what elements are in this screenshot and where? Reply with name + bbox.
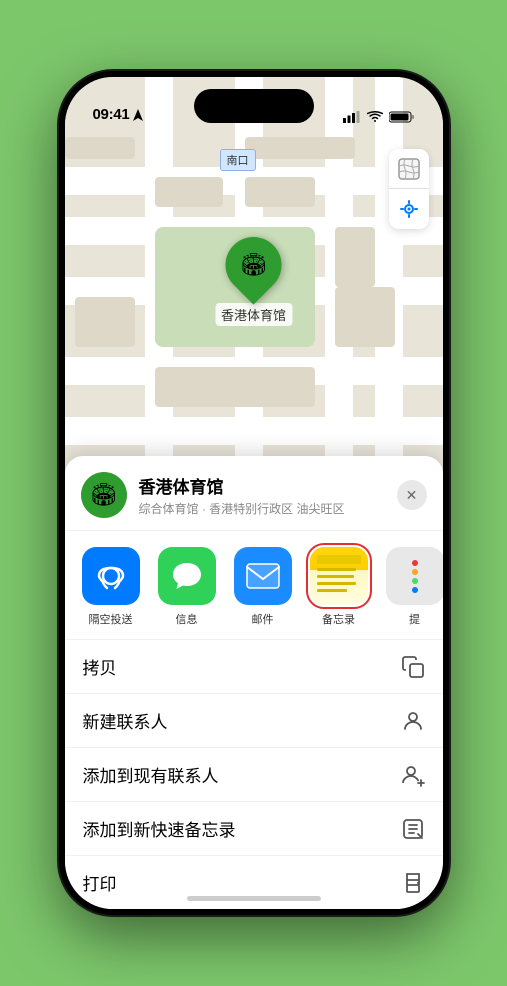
airdrop-icon-wrap — [82, 547, 140, 605]
messages-icon-wrap — [158, 547, 216, 605]
copy-icon — [401, 655, 425, 679]
map-controls — [389, 149, 429, 229]
messages-icon — [171, 561, 203, 591]
location-sub: 综合体育馆 · 香港特别行政区 油尖旺区 — [139, 500, 385, 517]
more-icon-wrap — [386, 547, 443, 605]
notes-icon-wrap — [310, 547, 368, 605]
add-contact-label: 添加到现有联系人 — [83, 762, 219, 787]
map-type-button[interactable] — [389, 149, 429, 189]
share-airdrop[interactable]: 隔空投送 — [77, 547, 145, 627]
menu-print[interactable]: 打印 — [65, 856, 443, 909]
new-contact-icon — [401, 709, 425, 733]
status-time: 09:41 — [93, 106, 130, 123]
location-info: 香港体育馆 综合体育馆 · 香港特别行政区 油尖旺区 — [139, 473, 385, 517]
close-button[interactable]: ✕ — [397, 480, 427, 510]
menu-new-contact[interactable]: 新建联系人 — [65, 694, 443, 748]
more-dots — [412, 560, 418, 593]
menu-copy[interactable]: 拷贝 — [65, 640, 443, 694]
mail-label: 邮件 — [252, 611, 274, 627]
location-icon: 🏟 — [81, 472, 127, 518]
more-label: 提 — [409, 611, 420, 627]
share-messages[interactable]: 信息 — [153, 547, 221, 627]
pin-emoji: 🏟 — [240, 252, 268, 278]
status-icons — [343, 111, 415, 123]
quick-notes-icon — [401, 817, 425, 841]
notes-label: 备忘录 — [322, 611, 355, 627]
new-contact-label: 新建联系人 — [83, 708, 168, 733]
wifi-icon — [367, 111, 383, 123]
pin-label: 香港体育馆 — [215, 303, 292, 326]
phone-frame: 09:41 — [59, 71, 449, 915]
location-button[interactable] — [389, 189, 429, 229]
location-name: 香港体育馆 — [139, 473, 385, 498]
menu-add-contact[interactable]: 添加到现有联系人 — [65, 748, 443, 802]
mail-icon — [246, 563, 280, 589]
airdrop-label: 隔空投送 — [89, 611, 133, 627]
share-notes[interactable]: 备忘录 — [305, 547, 373, 627]
menu-add-notes[interactable]: 添加到新快速备忘录 — [65, 802, 443, 856]
share-row: 隔空投送 信息 — [65, 531, 443, 635]
signal-icon — [343, 111, 361, 123]
dynamic-island — [194, 89, 314, 123]
location-arrow-icon — [133, 109, 143, 121]
location-header: 🏟 香港体育馆 综合体育馆 · 香港特别行政区 油尖旺区 ✕ — [65, 456, 443, 531]
battery-icon — [389, 111, 415, 123]
menu-list: 拷贝 新建联系人 添加到现有联系人 — [65, 639, 443, 909]
share-more[interactable]: 提 — [381, 547, 443, 627]
copy-label: 拷贝 — [83, 654, 117, 679]
mail-icon-wrap — [234, 547, 292, 605]
messages-label: 信息 — [176, 611, 198, 627]
add-contact-icon — [401, 763, 425, 787]
pin-circle: 🏟 — [214, 225, 293, 304]
map-label: 南口 — [220, 149, 256, 171]
airdrop-icon — [95, 560, 127, 592]
print-icon — [401, 871, 425, 895]
home-indicator — [187, 896, 321, 901]
share-mail[interactable]: 邮件 — [229, 547, 297, 627]
add-notes-label: 添加到新快速备忘录 — [83, 816, 236, 841]
print-label: 打印 — [83, 870, 117, 895]
phone-screen: 09:41 — [65, 77, 443, 909]
map-label-text: 南口 — [227, 155, 249, 167]
bottom-sheet: 🏟 香港体育馆 综合体育馆 · 香港特别行政区 油尖旺区 ✕ — [65, 456, 443, 909]
location-pin: 🏟 香港体育馆 — [215, 237, 292, 326]
